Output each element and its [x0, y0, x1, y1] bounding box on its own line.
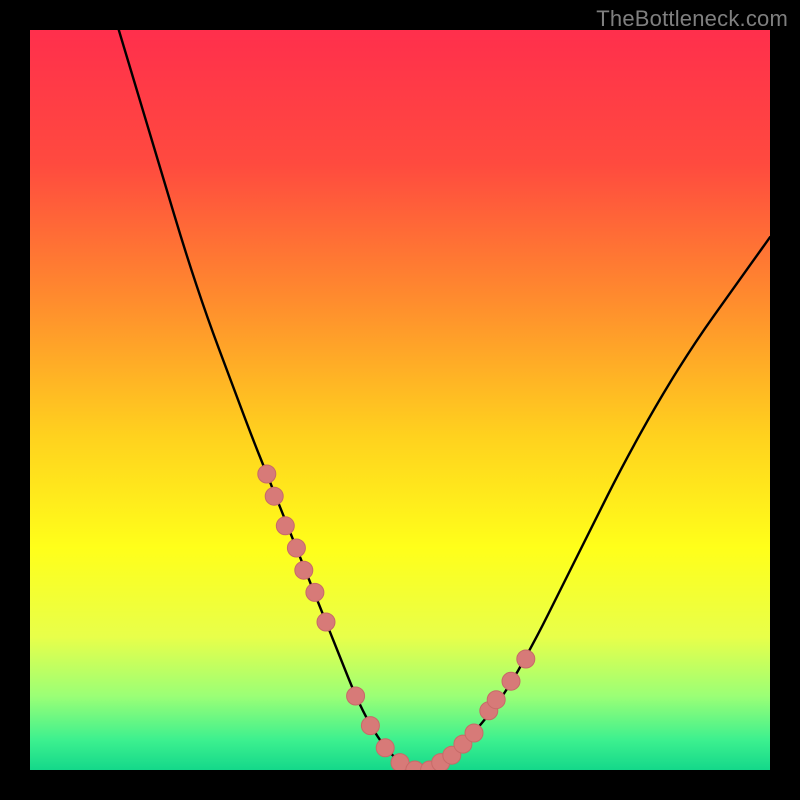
- highlight-marker: [295, 561, 313, 579]
- watermark-text: TheBottleneck.com: [596, 6, 788, 32]
- outer-frame: TheBottleneck.com: [0, 0, 800, 800]
- highlight-marker: [287, 539, 305, 557]
- highlight-marker: [361, 717, 379, 735]
- highlight-marker: [258, 465, 276, 483]
- highlight-marker: [517, 650, 535, 668]
- highlight-marker: [306, 583, 324, 601]
- highlight-marker: [276, 517, 294, 535]
- highlight-marker: [465, 724, 483, 742]
- chart-svg: [30, 30, 770, 770]
- highlight-marker: [487, 691, 505, 709]
- highlight-marker: [317, 613, 335, 631]
- highlight-marker: [347, 687, 365, 705]
- plot-area: [30, 30, 770, 770]
- marker-group: [258, 465, 535, 770]
- highlight-marker: [502, 672, 520, 690]
- highlight-marker: [376, 739, 394, 757]
- highlight-marker: [265, 487, 283, 505]
- bottleneck-curve: [119, 30, 770, 770]
